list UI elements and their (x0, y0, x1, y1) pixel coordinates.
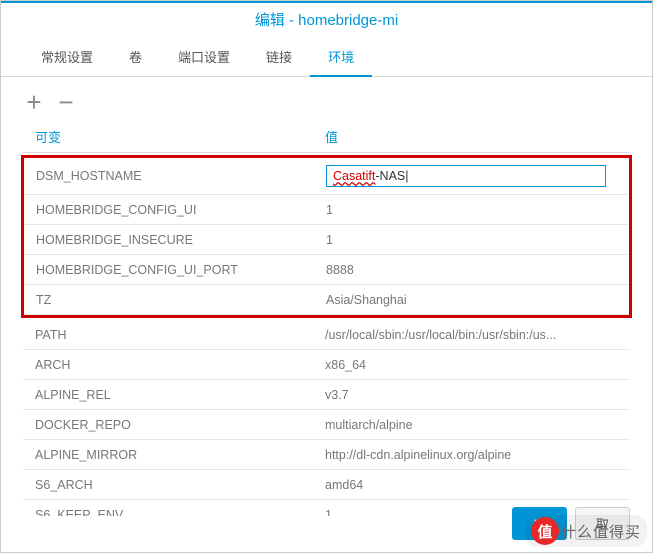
env-value-editing[interactable]: Casatift-NAS| (322, 165, 621, 187)
table-header: 可变 值 (23, 121, 630, 153)
env-key[interactable]: HOMEBRIDGE_CONFIG_UI (32, 203, 322, 217)
env-key[interactable]: DOCKER_REPO (31, 418, 321, 432)
table-row[interactable]: ALPINE_REL v3.7 (23, 380, 630, 410)
table-row[interactable]: PATH /usr/local/sbin:/usr/local/bin:/usr… (23, 320, 630, 350)
table-row[interactable]: DOCKER_REPO multiarch/alpine (23, 410, 630, 440)
header-value[interactable]: 值 (321, 127, 622, 146)
env-key[interactable]: ARCH (31, 358, 321, 372)
env-table: 可变 值 DSM_HOSTNAME Casatift-NAS| HOMEBRID… (1, 121, 652, 516)
env-value[interactable]: 1 (322, 203, 621, 217)
add-button[interactable]: + (23, 89, 45, 115)
env-value[interactable]: amd64 (321, 478, 622, 492)
env-key[interactable]: HOMEBRIDGE_INSECURE (32, 233, 322, 247)
env-key[interactable]: ALPINE_REL (31, 388, 321, 402)
env-value[interactable]: multiarch/alpine (321, 418, 622, 432)
table-row[interactable]: S6_ARCH amd64 (23, 470, 630, 500)
table-row[interactable]: HOMEBRIDGE_CONFIG_UI_PORT 8888 (24, 255, 629, 285)
env-key[interactable]: S6_KEEP_ENV (31, 508, 321, 517)
tab-volume[interactable]: 卷 (111, 38, 160, 77)
title-bar: 编辑 - homebridge-mi (1, 1, 652, 38)
watermark-icon: 值 (531, 517, 559, 545)
env-key[interactable]: S6_ARCH (31, 478, 321, 492)
tab-port[interactable]: 端口设置 (160, 38, 248, 77)
toolbar: + − (1, 77, 652, 121)
tab-links[interactable]: 链接 (248, 38, 310, 77)
table-row[interactable]: TZ Asia/Shanghai (24, 285, 629, 315)
tabs: 常规设置 卷 端口设置 链接 环境 (1, 38, 652, 77)
watermark: 值 什么值得买 (525, 515, 647, 547)
value-input[interactable]: Casatift-NAS| (326, 165, 606, 187)
env-value[interactable]: /usr/local/sbin:/usr/local/bin:/usr/sbin… (321, 328, 622, 342)
env-value[interactable]: 8888 (322, 263, 621, 277)
env-key[interactable]: HOMEBRIDGE_CONFIG_UI_PORT (32, 263, 322, 277)
env-value[interactable]: http://dl-cdn.alpinelinux.org/alpine (321, 448, 622, 462)
env-value[interactable]: v3.7 (321, 388, 622, 402)
env-key[interactable]: PATH (31, 328, 321, 342)
tab-general[interactable]: 常规设置 (23, 38, 111, 77)
env-key[interactable]: DSM_HOSTNAME (32, 169, 322, 183)
table-row[interactable]: HOMEBRIDGE_INSECURE 1 (24, 225, 629, 255)
table-row[interactable]: ALPINE_MIRROR http://dl-cdn.alpinelinux.… (23, 440, 630, 470)
env-value[interactable]: Asia/Shanghai (322, 293, 621, 307)
env-value[interactable]: 1 (322, 233, 621, 247)
table-row[interactable]: DSM_HOSTNAME Casatift-NAS| (24, 158, 629, 195)
dialog-title: 编辑 - homebridge-mi (255, 12, 398, 29)
highlight-annotation: DSM_HOSTNAME Casatift-NAS| HOMEBRIDGE_CO… (21, 155, 632, 318)
table-row[interactable]: HOMEBRIDGE_CONFIG_UI 1 (24, 195, 629, 225)
table-row[interactable]: ARCH x86_64 (23, 350, 630, 380)
remove-button[interactable]: − (55, 89, 77, 115)
env-value[interactable]: x86_64 (321, 358, 622, 372)
tab-env[interactable]: 环境 (310, 38, 372, 77)
header-key[interactable]: 可变 (31, 127, 321, 146)
env-key[interactable]: ALPINE_MIRROR (31, 448, 321, 462)
edit-dialog: 编辑 - homebridge-mi 常规设置 卷 端口设置 链接 环境 + −… (0, 0, 653, 553)
env-key[interactable]: TZ (32, 293, 322, 307)
watermark-text: 什么值得买 (561, 521, 641, 542)
